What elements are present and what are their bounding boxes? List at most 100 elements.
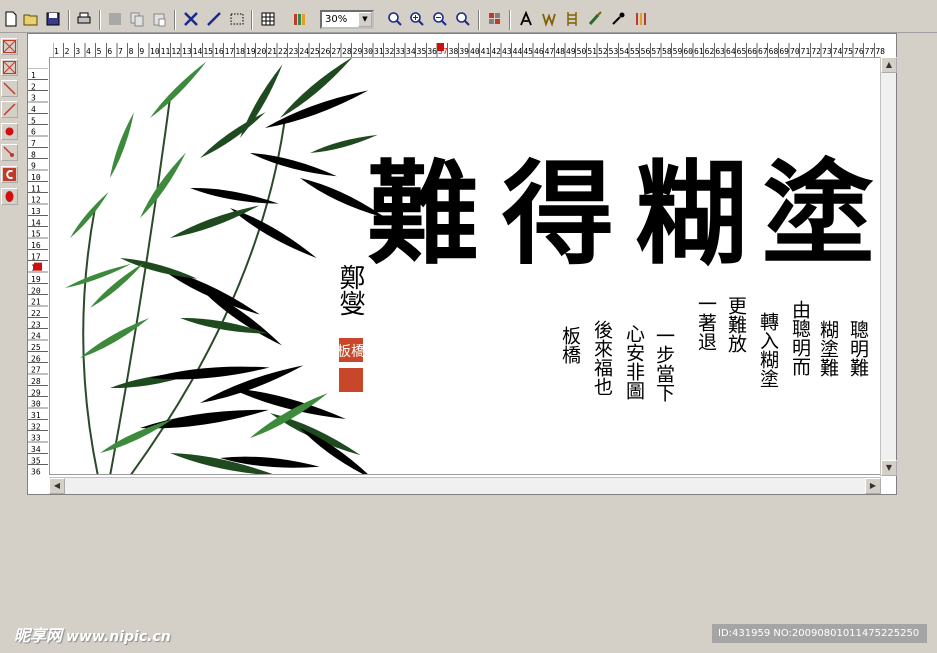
- ruler-label: 24: [31, 332, 41, 341]
- zoom-select[interactable]: 30% ▼: [320, 10, 374, 29]
- main-toolbar: 30% ▼: [0, 7, 937, 33]
- ruler-label: 4: [86, 47, 91, 56]
- ruler-marker: [437, 43, 444, 51]
- x-cross-icon: [183, 12, 198, 26]
- ruler-label: 8: [31, 150, 36, 159]
- three-quarter-tool[interactable]: [1, 144, 18, 161]
- ruler-label: 72: [811, 47, 821, 56]
- stitch-w-icon: [541, 13, 556, 27]
- bamboo-leaf: [200, 112, 266, 158]
- paste-button[interactable]: [149, 9, 168, 29]
- bamboo-stem: [82, 207, 99, 474]
- ruler-label: 77: [865, 47, 875, 56]
- fill-button[interactable]: [631, 9, 650, 29]
- ruler-label: 23: [31, 320, 41, 329]
- slash-line-icon: [3, 103, 16, 116]
- ruler-label: 38: [449, 47, 459, 56]
- ruler-label: 73: [822, 47, 832, 56]
- ruler-label: 34: [406, 47, 416, 56]
- scroll-left-icon[interactable]: ◀: [49, 478, 65, 494]
- ruler-label: 27: [31, 366, 41, 375]
- inscription-column: 更難放: [725, 296, 747, 353]
- ruler-label: 69: [779, 47, 789, 56]
- new-file-icon: [5, 11, 16, 27]
- letter-a-icon: [519, 11, 532, 26]
- main-title-char-2: 得: [502, 149, 614, 280]
- palette-button[interactable]: [290, 9, 309, 29]
- seal-lower: [339, 368, 363, 392]
- oval-tool[interactable]: [1, 188, 18, 205]
- ruler-label: 15: [203, 47, 213, 56]
- ruler-label: 78: [875, 47, 885, 56]
- ruler-label: 42: [491, 47, 501, 56]
- ruler-label: 58: [662, 47, 672, 56]
- half-cross-tool[interactable]: [1, 59, 18, 76]
- grid-off-button[interactable]: [181, 9, 200, 29]
- grid-button[interactable]: [258, 9, 277, 29]
- ruler-label: 5: [97, 47, 102, 56]
- new-file-button[interactable]: [1, 9, 20, 29]
- copy-button[interactable]: [127, 9, 146, 29]
- chevron-down-icon[interactable]: ▼: [358, 12, 372, 27]
- ruler-label: 14: [193, 47, 203, 56]
- zoom-reset-icon: [455, 12, 470, 26]
- open-file-button[interactable]: [21, 9, 40, 29]
- cut-button[interactable]: [105, 9, 124, 29]
- zoom-fit-button[interactable]: [385, 9, 404, 29]
- bead-tool[interactable]: [1, 123, 18, 140]
- ruler-label: 19: [246, 47, 256, 56]
- ruler-label: 22: [278, 47, 288, 56]
- print-button[interactable]: [74, 9, 93, 29]
- select-rect-button[interactable]: [227, 9, 246, 29]
- zoom-reset-button[interactable]: [453, 9, 472, 29]
- ruler-label: 29: [31, 388, 41, 397]
- paste-icon: [153, 13, 165, 27]
- brush-button[interactable]: [585, 9, 604, 29]
- french-knot-button[interactable]: [562, 9, 581, 29]
- ruler-label: 16: [31, 241, 41, 250]
- ruler-label: 75: [843, 47, 853, 56]
- vertical-scrollbar[interactable]: ▲ ▼: [880, 57, 897, 476]
- ruler-label: 6: [107, 47, 112, 56]
- ruler-label: 44: [513, 47, 523, 56]
- horizontal-scrollbar[interactable]: ◀ ▶: [49, 477, 881, 494]
- left-ruler[interactable]: 1234567891011121314151617181920212223242…: [28, 68, 48, 476]
- bamboo-leaf: [150, 61, 207, 118]
- top-ruler[interactable]: 1 2 3 4 5 6 7 8 9 10 11 12 13 14 15 16 17 18 19 20 21 22 23 24 2…: [53, 39, 885, 57]
- color-chart-button[interactable]: [485, 9, 504, 29]
- ruler-label: 47: [545, 47, 555, 56]
- text-tool-button[interactable]: [516, 9, 535, 29]
- scroll-up-icon[interactable]: ▲: [881, 57, 897, 73]
- ruler-label: 30: [31, 400, 41, 409]
- line-tool-button[interactable]: [204, 9, 223, 29]
- full-cross-tool[interactable]: [1, 38, 18, 55]
- stitch-tool-palette: [0, 38, 19, 210]
- pattern-drawing-area[interactable]: 難 得 糊 塗 聰明難 糊塗難 由聰明而 轉入糊塗 更難放 一著退 一步當下 心安非圖 後來福也…: [49, 57, 885, 475]
- ruler-label: 68: [769, 47, 779, 56]
- letter-c-icon: [3, 168, 16, 181]
- inscription-column: 糊塗難: [817, 320, 839, 377]
- zoom-out-button[interactable]: [430, 9, 449, 29]
- quarter-stitch-tool[interactable]: [1, 80, 18, 97]
- zoom-in-button[interactable]: [407, 9, 426, 29]
- ruler-label: 66: [747, 47, 757, 56]
- floppy-icon: [46, 12, 59, 26]
- ruler-label: 43: [502, 47, 512, 56]
- backstitch-button[interactable]: [539, 9, 558, 29]
- scroll-down-icon[interactable]: ▼: [881, 460, 897, 476]
- ruler-label: 71: [801, 47, 811, 56]
- inscription-text: 聰明難糊塗難由聰明而轉入糊塗更難放一著退一步當下心安非圖後來福也板橋: [559, 294, 869, 402]
- ruler-label: 9: [139, 47, 144, 56]
- letter-c-tool[interactable]: [1, 166, 18, 183]
- ruler-label: 35: [31, 456, 41, 465]
- main-title-char-3: 糊: [635, 149, 747, 280]
- ruler-label: 59: [673, 47, 683, 56]
- ruler-label: 36: [31, 468, 41, 476]
- scroll-right-icon[interactable]: ▶: [865, 478, 881, 494]
- ruler-label: 11: [161, 47, 171, 56]
- eyedropper-button[interactable]: [608, 9, 627, 29]
- inscription-column: 一步當下: [653, 326, 675, 402]
- save-file-button[interactable]: [43, 9, 62, 29]
- backstitch-line-tool[interactable]: [1, 101, 18, 118]
- ruler-label: 41: [481, 47, 491, 56]
